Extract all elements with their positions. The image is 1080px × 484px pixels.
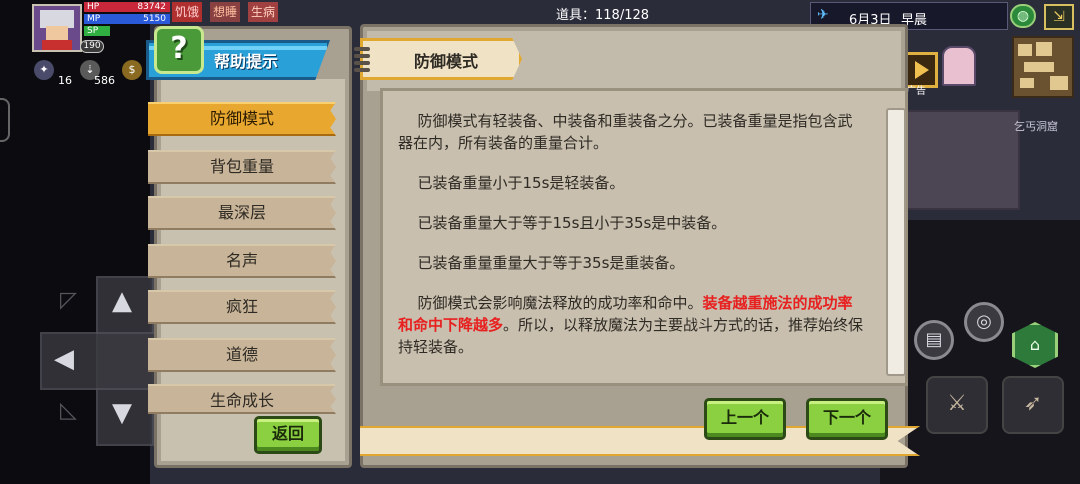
content-scrollbar[interactable] [886,108,906,376]
dpad-upleft-icon: ◸ [60,288,77,313]
topic-madness[interactable]: 疯狂 [148,290,336,324]
globe-icon[interactable]: ◍ [1010,4,1036,28]
hp-label: HP [87,2,100,12]
dpad-left-icon[interactable]: ◀ [54,344,74,374]
paragraph-3: 已装备重量大于等于15s且小于35s是中装备。 [417,214,727,232]
topic-reputation[interactable]: 名声 [148,244,336,278]
ad-label: 广告 [906,86,926,97]
dpad-downleft-icon: ◺ [60,398,77,423]
exit-icon[interactable]: ⇲ [1044,4,1074,30]
play-icon [915,61,929,79]
topic-bag-weight[interactable]: 背包重量 [148,150,336,184]
paragraph-4: 已装备重量重量大于等于35s是重装备。 [417,254,685,272]
inventory-count: 道具：118/128 [556,8,650,23]
npc-character [942,46,976,86]
topic-morality[interactable]: 道德 [148,338,336,372]
gold-stat-icon: $ [122,60,142,80]
binder-rings [354,44,370,78]
sp-bar: SP [84,26,110,36]
mp-bar: MP 5150 [84,14,170,24]
defense-stat-value: 16 [58,74,72,87]
topic-deepest-floor[interactable]: 最深层 [148,196,336,230]
status-sick: 生病 [248,2,279,22]
side-drawer-handle[interactable] [0,98,10,142]
dodge-stat-value: 586 [94,74,115,87]
question-mark-icon: ? [154,26,204,74]
next-button[interactable]: 下一个 [806,398,888,440]
topic-life-growth[interactable]: 生命成长 [148,384,336,414]
help-header-title: 帮助提示 [214,52,279,71]
topic-defense-mode[interactable]: 防御模式 [148,102,336,136]
mp-label: MP [87,14,101,24]
back-button[interactable]: 返回 [254,416,322,454]
player-avatar[interactable] [32,4,82,52]
hp-value: 83742 [137,2,166,12]
paragraph-5-start: 防御模式会影响魔法释放的成功率和命中。 [417,294,703,312]
spellbook-icon[interactable]: ▤ [914,320,954,360]
bow-icon[interactable]: ➶ [1002,376,1064,434]
status-sleepy: 想睡 [210,2,241,22]
sword-icon[interactable]: ⚔ [926,376,988,434]
sp-label: SP [87,26,99,36]
plane-icon: ✈ [817,7,829,23]
paragraph-2: 已装备重量小于15s是轻装备。 [417,174,625,192]
defense-stat-icon: ✦ [34,60,54,80]
paragraph-1: 防御模式有轻装备、中装备和重装备之分。已装备重量是指包含武器在内，所有装备的重量… [398,112,853,152]
content-title: 防御模式 [414,52,479,71]
dpad-down-icon[interactable]: ▼ [112,398,132,428]
previous-button[interactable]: 上一个 [704,398,786,440]
content-body: 防御模式有轻装备、中装备和重装备之分。已装备重量是指包含武器在内，所有装备的重量… [398,110,866,376]
dpad-up-icon[interactable]: ▲ [112,286,132,316]
mp-value: 5150 [143,14,166,24]
location-label: 乞丐洞窟 [1014,120,1058,133]
status-hunger: 饥饿 [172,2,203,22]
minimap[interactable] [1012,36,1074,98]
level-badge: 190 [80,40,104,53]
spiral-icon[interactable]: ◎ [964,302,1004,342]
paragraph-5: 防御模式会影响魔法释放的成功率和命中。装备越重施法的成功率和命中下降越多。所以，… [398,292,866,358]
hp-bar: HP 83742 [84,2,170,12]
